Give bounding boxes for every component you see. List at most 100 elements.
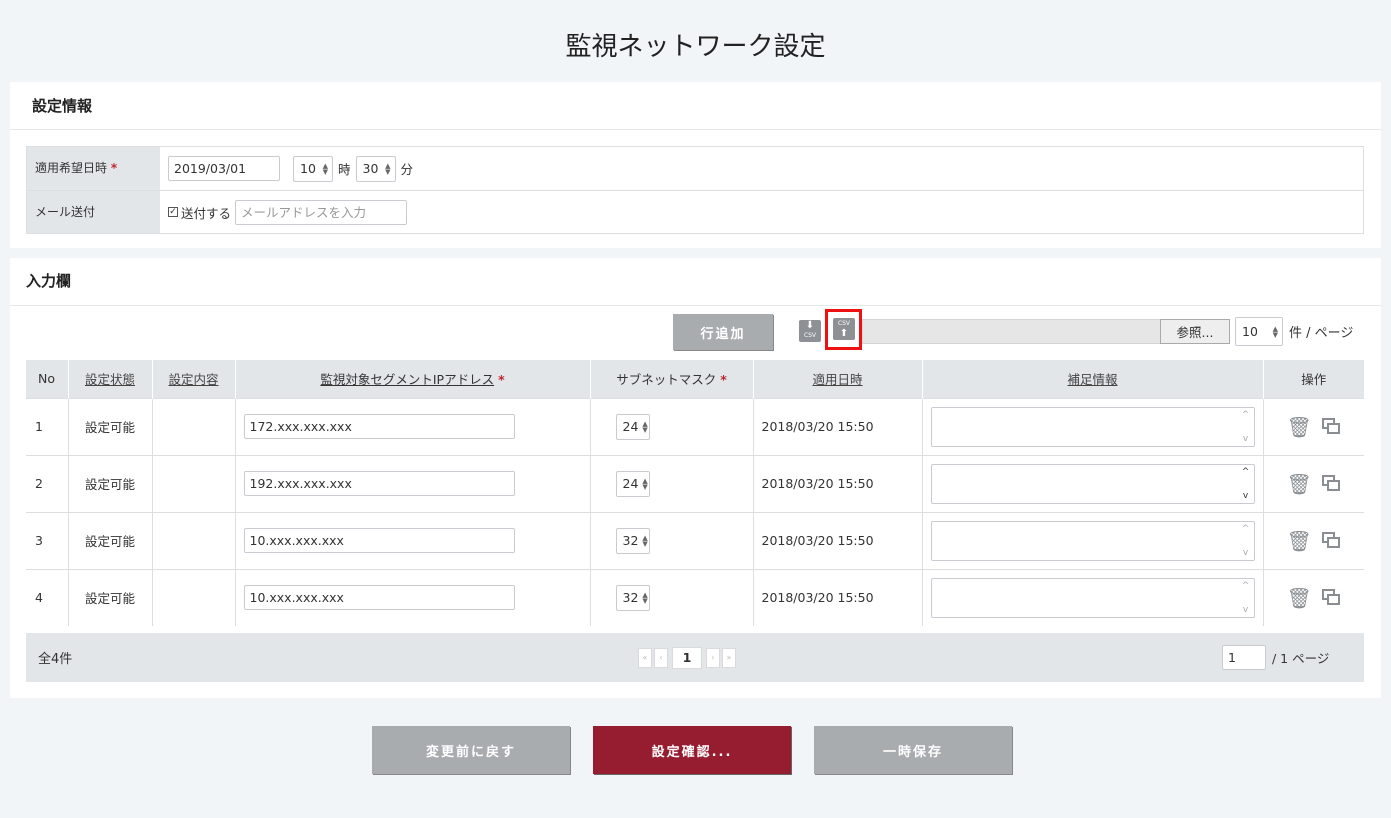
scroll-up-icon: ^: [1241, 580, 1250, 591]
header-ip[interactable]: 監視対象セグメントIPアドレス *: [234, 360, 590, 398]
scroll-down-icon: v: [1242, 547, 1249, 558]
input-heading: 入力欄: [10, 258, 1381, 306]
scroll-down-icon: v: [1242, 490, 1249, 501]
page-input[interactable]: 1: [1222, 645, 1266, 670]
pager: « ‹ 1 › »: [638, 646, 736, 669]
browse-button[interactable]: 参照...: [1160, 319, 1230, 344]
mask-value: 24: [622, 476, 639, 491]
copy-icon[interactable]: [1321, 475, 1341, 492]
ip-input[interactable]: 172.xxx.xxx.xxx: [243, 414, 515, 439]
mail-send-checkbox[interactable]: ✓ 送付する: [168, 203, 231, 222]
next-page-icon[interactable]: ›: [706, 647, 720, 668]
header-ip-text: 監視対象セグメントIPアドレス: [320, 372, 495, 388]
row-date: 2018/03/20 15:50: [752, 511, 922, 569]
table-header-row: No 設定状態 設定内容 監視対象セグメントIPアドレス * サブネットマスク …: [26, 360, 1364, 398]
note-textarea[interactable]: ^ v: [930, 406, 1255, 447]
mask-select[interactable]: 24 ▲ ▼: [615, 470, 650, 497]
row-content: [151, 568, 235, 626]
first-page-icon[interactable]: «: [638, 647, 652, 668]
pagination-bar: 全4件 « ‹ 1 › » 1 / 1 ページ: [26, 633, 1364, 682]
select-arrows-icon: ▲ ▼: [322, 161, 328, 176]
prev-page-icon[interactable]: ‹: [654, 647, 668, 668]
mail-value: ✓ 送付する メールアドレスを入力: [160, 191, 408, 233]
header-mask-text: サブネットマスク: [616, 372, 717, 388]
note-textarea[interactable]: ^ v: [930, 463, 1255, 504]
minute-select[interactable]: 30 ▲ ▼: [355, 155, 396, 182]
row-content: [151, 454, 235, 512]
total-pages: / 1 ページ: [1272, 651, 1330, 666]
mask-value: 32: [622, 590, 639, 606]
row-no: 4: [26, 568, 68, 626]
select-arrows-icon: ▲ ▼: [642, 590, 648, 605]
trash-icon[interactable]: 🗑: [1287, 531, 1312, 551]
scrollbar[interactable]: ^ v: [1240, 410, 1252, 444]
table-row: 2 設定可能 192.xxx.xxx.xxx 24 ▲ ▼ 2018/03/20 1…: [26, 454, 1364, 512]
required-mark: *: [110, 161, 118, 175]
hour-select[interactable]: 10 ▲ ▼: [293, 155, 333, 182]
trash-icon[interactable]: 🗑: [1287, 417, 1312, 437]
date-input[interactable]: 2019/03/01: [168, 156, 280, 181]
scrollbar[interactable]: ^ v: [1240, 581, 1252, 615]
settings-panel: 設定情報 適用希望日時 * 2019/03/01 10 ▲ ▼ 時 30 ▲ ▼ 分: [10, 82, 1381, 248]
file-path-field[interactable]: [862, 319, 1162, 344]
header-note[interactable]: 補足情報: [921, 360, 1263, 398]
header-content[interactable]: 設定内容: [151, 360, 235, 398]
header-mask: サブネットマスク *: [589, 360, 753, 398]
checkbox-check-icon: ✓: [168, 207, 178, 217]
minute-value: 30: [362, 161, 379, 176]
row-status: 設定可能: [67, 454, 152, 512]
page-title: 監視ネットワーク設定: [565, 32, 826, 62]
row-no: 1: [26, 397, 68, 455]
apply-datetime-label-text: 適用希望日時: [35, 161, 108, 175]
scroll-up-icon: ^: [1241, 523, 1250, 534]
scrollbar[interactable]: ^ v: [1240, 524, 1252, 558]
mask-select[interactable]: 32 ▲ ▼: [615, 527, 650, 554]
mask-select[interactable]: 32 ▲ ▼: [615, 584, 650, 611]
note-textarea[interactable]: ^ v: [930, 577, 1255, 618]
confirm-settings-button[interactable]: 設定確認...: [593, 726, 791, 774]
ip-input[interactable]: 192.xxx.xxx.xxx: [243, 471, 515, 496]
mail-row: メール送付 ✓ 送付する メールアドレスを入力: [27, 190, 1363, 233]
per-page-unit: 件 / ページ: [1289, 326, 1354, 341]
apply-datetime-label: 適用希望日時 *: [27, 147, 160, 190]
header-date[interactable]: 適用日時: [752, 360, 922, 398]
table-row: 3 設定可能 10.xxx.xxx.xxx 32 ▲ ▼ 2018/03/20 15…: [26, 511, 1364, 569]
table-row: 4 設定可能 10.xxx.xxx.xxx 32 ▲ ▼ 2018/03/20 15…: [26, 568, 1364, 626]
table-row: 1 設定可能 172.xxx.xxx.xxx 24 ▲ ▼ 2018/03/20 1…: [26, 397, 1364, 455]
scroll-down-icon: v: [1242, 604, 1249, 615]
csv-upload-text: CSV: [837, 320, 851, 327]
ip-input[interactable]: 10.xxx.xxx.xxx: [243, 528, 515, 553]
copy-icon[interactable]: [1321, 532, 1341, 549]
revert-button[interactable]: 変更前に戻す: [372, 726, 570, 774]
temp-save-button[interactable]: 一時保存: [814, 726, 1012, 774]
mask-select[interactable]: 24 ▲ ▼: [615, 413, 650, 440]
csv-upload-icon[interactable]: CSV ⬆: [833, 318, 855, 340]
ip-input[interactable]: 10.xxx.xxx.xxx: [243, 585, 515, 611]
per-page-select[interactable]: 10 ▲ ▼: [1235, 317, 1283, 346]
hour-value: 10: [300, 161, 316, 176]
minute-unit: 分: [400, 162, 414, 177]
row-date: 2018/03/20 15:50: [752, 397, 922, 455]
current-page[interactable]: 1: [672, 646, 702, 669]
add-row-button[interactable]: 行追加: [673, 314, 773, 350]
settings-form: 適用希望日時 * 2019/03/01 10 ▲ ▼ 時 30 ▲ ▼ 分 メール送…: [26, 146, 1364, 234]
note-textarea[interactable]: ^ v: [930, 520, 1255, 561]
row-no: 3: [26, 511, 68, 569]
hour-unit: 時: [338, 162, 351, 177]
scrollbar[interactable]: ^ v: [1240, 467, 1252, 501]
header-status[interactable]: 設定状態: [67, 360, 152, 398]
row-content: [151, 511, 235, 569]
row-content: [151, 397, 235, 455]
row-date: 2018/03/20 15:50: [752, 568, 922, 626]
last-page-icon[interactable]: »: [722, 647, 736, 668]
csv-download-text: CSV: [803, 332, 817, 339]
select-arrows-icon: ▲ ▼: [642, 476, 648, 491]
mail-address-input[interactable]: メールアドレスを入力: [235, 199, 408, 225]
trash-icon[interactable]: 🗑: [1287, 474, 1312, 494]
copy-icon[interactable]: [1321, 589, 1341, 606]
trash-icon[interactable]: 🗑: [1287, 588, 1312, 608]
copy-icon[interactable]: [1321, 418, 1341, 435]
mail-send-label: 送付する: [181, 205, 232, 221]
row-no: 2: [26, 454, 68, 512]
csv-download-icon[interactable]: ⬇ CSV: [799, 320, 821, 342]
